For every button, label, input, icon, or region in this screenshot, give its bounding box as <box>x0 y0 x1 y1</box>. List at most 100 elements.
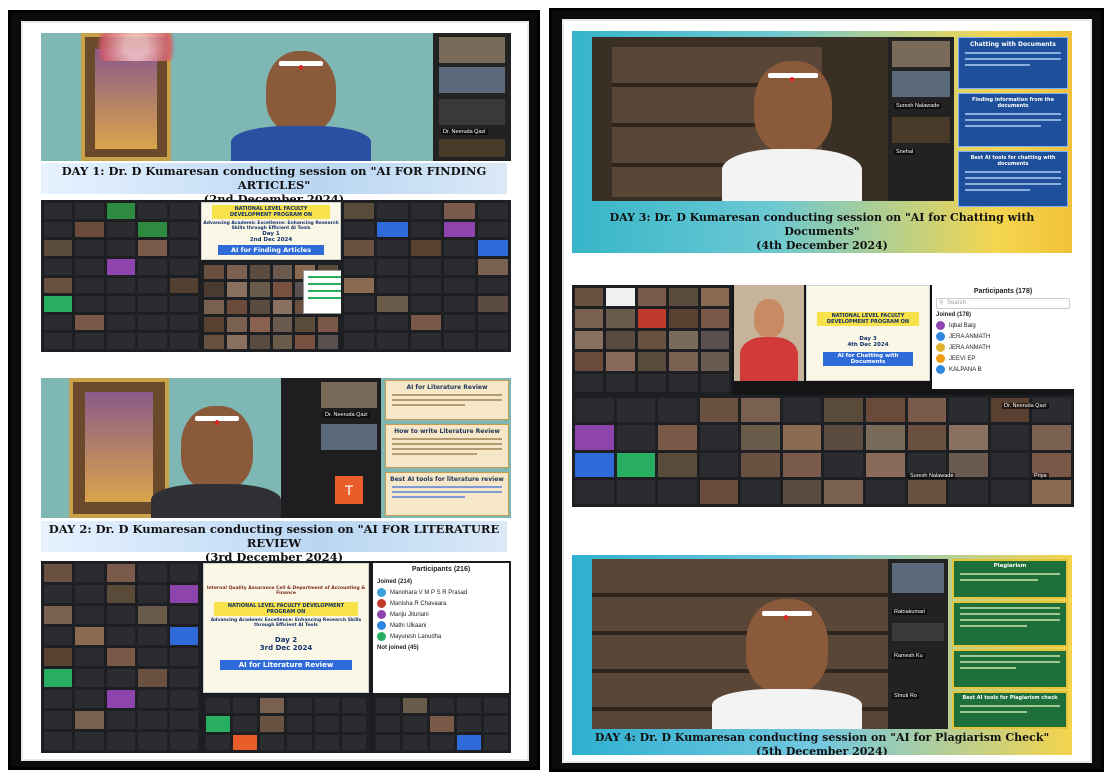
day3-participants-search[interactable]: ⚲ Search <box>936 298 1070 309</box>
participant-name: Manohara V M P S R Prasad <box>390 589 468 596</box>
avatar <box>377 632 386 641</box>
day2-speaker <box>151 406 281 518</box>
day1-caption-title: DAY 1: Dr. D Kumaresan conducting sessio… <box>61 164 487 192</box>
participant-row[interactable]: Mathi Ulkaani <box>373 620 509 631</box>
left-collage-panel: Dr. Neeruda Qazi DAY 1: Dr. D Kumaresan … <box>8 10 540 770</box>
day3-caption-date: (4th December 2024) <box>756 239 888 252</box>
participant-row[interactable]: JEEVI EP <box>932 353 1074 364</box>
day1-slide-title: NATIONAL LEVEL FACULTY DEVELOPMENT PROGR… <box>212 205 330 219</box>
day4-speaker <box>712 599 862 729</box>
day4-side-name-2: Ramesh Ku <box>892 653 925 659</box>
day4-slide-4-title: Best AI tools for Plagiarism check <box>962 695 1058 701</box>
participant-name: Iqbal Baig <box>949 322 976 329</box>
day3-slide-2-title: Finding information from the documents <box>971 97 1054 109</box>
day4-slide-3 <box>952 649 1068 689</box>
day3-joined-label: Joined (178) <box>936 311 972 318</box>
day3-tile-name-3: Priya <box>1032 473 1049 479</box>
avatar <box>377 621 386 630</box>
day3-screenshot: Suresh Nalawade Snehal Chatting with Doc… <box>572 31 1072 253</box>
day4-caption: DAY 4: Dr. D Kumaresan conducting sessio… <box>572 731 1072 755</box>
day3-tile-name-1: Dr. Neeruda Qazi <box>1002 403 1049 409</box>
avatar <box>377 588 386 597</box>
day3-slide-title: NATIONAL LEVEL FACULTY DEVELOPMENT PROGR… <box>817 312 919 326</box>
search-placeholder: Search <box>947 300 967 306</box>
day2-slide-2-title: How to write Literature Review <box>394 428 500 435</box>
day1-gallery-grid-left <box>41 200 201 352</box>
day2-joined-label: Joined (214) <box>377 578 413 585</box>
day2-caption: DAY 2: Dr. D Kumaresan conducting sessio… <box>41 521 507 564</box>
day1-side-name: Dr. Neeruda Qazi <box>441 129 488 135</box>
day1-caption: DAY 1: Dr. D Kumaresan conducting sessio… <box>41 163 507 206</box>
day4-screenshot: Ratnakumari Ramesh Ku Shruti Ro Plagiari… <box>572 555 1072 755</box>
day4-slide-2 <box>952 601 1068 647</box>
participant-name: JERA ANMATH <box>949 344 991 351</box>
day4-slide-1-title: Plagiarism <box>993 563 1027 569</box>
avatar <box>936 332 945 341</box>
participant-name: JEEVI EP <box>949 355 976 362</box>
day1-speaker-screenshot: Dr. Neeruda Qazi <box>41 33 511 161</box>
day3-side-name-2: Snehal <box>894 149 916 155</box>
day4-side-strip: Ratnakumari Ramesh Ku Shruti Ro <box>888 559 948 729</box>
day2-slide: Internal Quality Assurance Cell & Depart… <box>203 563 369 693</box>
participant-row[interactable]: Manisha R Chavaara <box>373 598 509 609</box>
day1-gallery-grid-right <box>341 200 511 352</box>
day3-gallery-screenshot: NATIONAL LEVEL FACULTY DEVELOPMENT PROGR… <box>572 285 1074 507</box>
day3-speaker-video: Suresh Nalawade Snehal <box>592 37 954 201</box>
day2-participants-title: Participants (216) <box>411 566 471 573</box>
day4-caption-date: (5th December 2024) <box>756 745 888 755</box>
day2-side-name: Dr. Neeruda Qazi <box>323 412 370 418</box>
participant-row[interactable]: Iqbal Baig <box>932 320 1074 331</box>
day2-gallery-grid-right <box>373 695 511 753</box>
day3-tile-name-2: Suresh Nalawade <box>908 473 956 479</box>
participant-name: JERA ANMATH <box>949 333 991 340</box>
participant-row[interactable]: Manohara V M P S R Prasad <box>373 587 509 598</box>
day1-slide-topic: AI for Finding Articles <box>218 245 324 255</box>
day3-caption-title: DAY 3: Dr. D Kumaresan conducting sessio… <box>609 211 1035 238</box>
day2-slide-day: Day 2 <box>274 636 298 644</box>
day3-slide-3-title: Best AI tools for chatting with document… <box>970 155 1056 167</box>
flower-garland <box>81 33 191 61</box>
avatar <box>936 365 945 374</box>
day4-caption-title: DAY 4: Dr. D Kumaresan conducting sessio… <box>594 731 1050 744</box>
day2-slide-subtitle: Advancing Academic Excellence: Enhancing… <box>210 618 362 628</box>
day1-speaker <box>231 51 371 161</box>
avatar <box>936 321 945 330</box>
day2-slide-header: Internal Quality Assurance Cell & Depart… <box>206 586 366 596</box>
day2-not-joined-label[interactable]: Not joined (45) <box>373 642 509 653</box>
right-collage-panel: Suresh Nalawade Snehal Chatting with Doc… <box>549 8 1104 772</box>
day2-slide-2: How to write Literature Review <box>385 424 509 468</box>
right-collage-inner: Suresh Nalawade Snehal Chatting with Doc… <box>562 19 1092 763</box>
day3-gallery-grid-bottom <box>572 395 1074 507</box>
day2-speaker-screenshot: Dr. Neeruda Qazi T AI for Literature Rev… <box>41 378 511 518</box>
day2-participants-panel: Participants (216) Joined (214) Manohara… <box>373 563 509 693</box>
day2-slide-3: Best AI tools for literature review <box>385 472 509 516</box>
participant-row[interactable]: KALPANA B <box>932 364 1074 375</box>
day2-side-video-strip: Dr. Neeruda Qazi T <box>281 378 381 518</box>
day3-slide-date: 4th Dec 2024 <box>847 342 889 348</box>
day2-gallery-grid-bottom <box>203 695 369 753</box>
day1-side-video-strip: Dr. Neeruda Qazi <box>433 33 511 161</box>
day3-gallery-grid-left <box>572 285 732 395</box>
day3-slide-3: Best AI tools for chatting with document… <box>958 151 1068 207</box>
participant-row[interactable]: JERA ANMATH <box>932 331 1074 342</box>
participant-row[interactable]: Mayuresh Lanudha <box>373 631 509 642</box>
participant-name: Manisha R Chavaara <box>390 600 447 607</box>
participant-row[interactable]: Manju Jituriani <box>373 609 509 620</box>
avatar <box>936 354 945 363</box>
day4-speaker-video: Ratnakumari Ramesh Ku Shruti Ro <box>592 559 948 729</box>
day1-slide-subtitle: Advancing Academic Excellence: Enhancing… <box>203 221 339 231</box>
day3-side-name-1: Suresh Nalawade <box>894 103 942 109</box>
participant-row[interactable]: JERA ANMATH <box>932 342 1074 353</box>
day3-featured-participant <box>734 285 804 381</box>
day2-caption-title: DAY 2: Dr. D Kumaresan conducting sessio… <box>48 522 500 550</box>
day4-slide-4: Best AI tools for Plagiarism check <box>952 691 1068 729</box>
day4-slide-1: Plagiarism <box>952 559 1068 599</box>
avatar <box>377 610 386 619</box>
day3-participants-title: Participants (178) <box>973 288 1033 295</box>
left-collage-inner: Dr. Neeruda Qazi DAY 1: Dr. D Kumaresan … <box>21 21 529 761</box>
day3-participants-panel: Participants (178) ⚲ Search Joined (178)… <box>932 285 1074 389</box>
day3-slide: NATIONAL LEVEL FACULTY DEVELOPMENT PROGR… <box>806 285 930 381</box>
day1-slide-date: 2nd Dec 2024 <box>249 237 293 243</box>
avatar <box>936 343 945 352</box>
day2-slide-title: NATIONAL LEVEL FACULTY DEVELOPMENT PROGR… <box>214 602 358 616</box>
